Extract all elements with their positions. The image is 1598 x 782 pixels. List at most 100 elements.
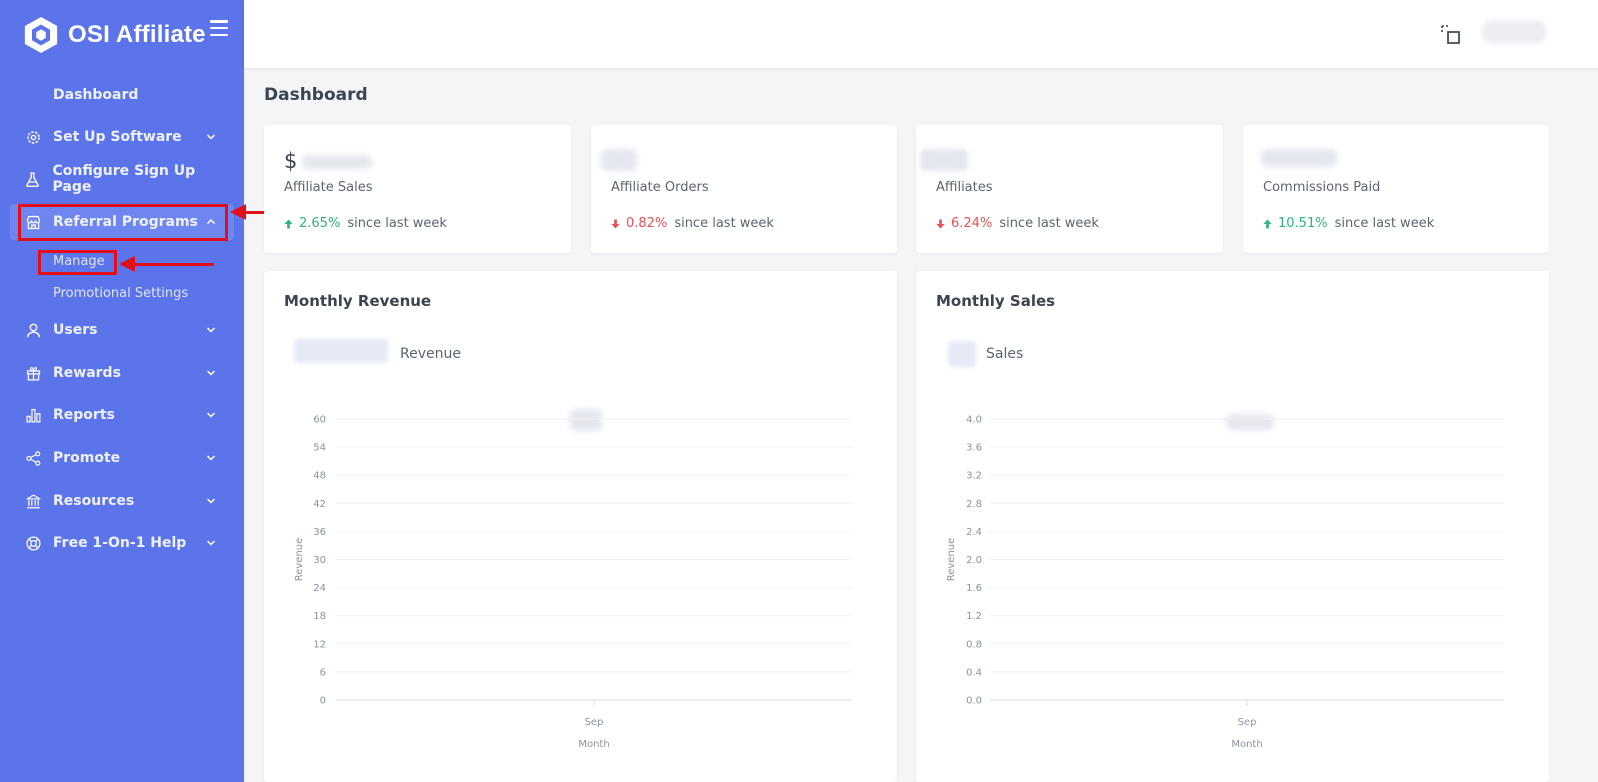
- y-tick-label: 30: [313, 555, 326, 566]
- y-tick-label: 60: [313, 415, 326, 426]
- stat-change: 6.24% since last week: [936, 216, 1099, 231]
- chevron-down-icon: [206, 498, 216, 504]
- sidebar-item-label: Configure Sign Up Page: [52, 163, 196, 195]
- bar-chart-icon: [24, 406, 42, 424]
- stat-label: Commissions Paid: [1263, 180, 1381, 195]
- chevron-down-icon: [206, 540, 216, 546]
- chart-card-monthly-revenue: Monthly Revenue Revenue 0 6 12 18 24 30 36 42 48…: [264, 271, 897, 782]
- stat-change-percent: 10.51%: [1278, 216, 1328, 231]
- stat-value: $: [284, 149, 298, 173]
- y-tick-label: 0.8: [966, 639, 982, 650]
- y-tick-label: 42: [313, 499, 326, 510]
- sidebar-item-configure-sign-up-page[interactable]: Configure Sign Up Page: [10, 161, 234, 197]
- stat-change-percent: 0.82%: [626, 216, 668, 231]
- sidebar-item-users[interactable]: Users: [10, 312, 234, 348]
- brand-name: OSI Affiliate: [68, 21, 206, 48]
- y-tick-label: 1.6: [966, 583, 982, 594]
- y-tick-label: 2.0: [966, 555, 982, 566]
- lifebuoy-icon: [24, 534, 42, 552]
- redacted-value: [1261, 149, 1337, 167]
- sidebar-item-label: Reports: [53, 407, 115, 423]
- sidebar: OSI Affiliate Dashboard Set Up Software …: [0, 0, 244, 782]
- sidebar-item-resources[interactable]: Resources: [10, 483, 234, 519]
- chevron-down-icon: [206, 412, 216, 418]
- chevron-down-icon: [206, 327, 216, 333]
- y-tick-label: 12: [313, 639, 326, 650]
- sidebar-item-dashboard[interactable]: Dashboard: [10, 77, 234, 113]
- y-tick-label: 2.8: [966, 499, 982, 510]
- y-tick-label: 54: [313, 443, 326, 454]
- stat-change-percent: 6.24%: [951, 216, 993, 231]
- y-tick-label: 18: [313, 611, 326, 622]
- share-icon: [24, 449, 42, 467]
- stat-label: Affiliates: [936, 180, 993, 195]
- sidebar-item-rewards[interactable]: Rewards: [10, 355, 234, 391]
- highlight-box-manage: [38, 250, 117, 275]
- stat-card-commissions-paid: Commissions Paid 10.51% since last week: [1243, 125, 1549, 253]
- user-icon: [24, 321, 42, 339]
- osi-logo-icon: [24, 16, 58, 54]
- sidebar-item-reports[interactable]: Reports: [10, 397, 234, 433]
- y-tick-label: 0: [320, 696, 326, 707]
- sidebar-item-free-help[interactable]: Free 1-On-1 Help: [10, 525, 234, 561]
- y-axis-title: Revenue: [946, 538, 957, 582]
- stat-card-affiliates: Affiliates 6.24% since last week: [916, 125, 1223, 253]
- chevron-down-icon: [206, 455, 216, 461]
- y-tick-label: 0.4: [966, 667, 982, 678]
- redacted-value: [302, 155, 372, 169]
- y-tick-label: 2.4: [966, 527, 982, 538]
- sidebar-item-label: Users: [53, 322, 98, 338]
- y-tick-label: 24: [313, 583, 326, 594]
- chevron-down-icon: [206, 370, 216, 376]
- redacted-value: [920, 149, 968, 171]
- x-tick-label: Sep: [585, 717, 604, 728]
- arrow-up-icon: [1263, 219, 1272, 228]
- brand[interactable]: OSI Affiliate: [22, 14, 206, 56]
- x-tick-label: Sep: [1238, 717, 1257, 728]
- sidebar-item-label: Free 1-On-1 Help: [53, 535, 187, 551]
- stat-change-percent: 2.65%: [299, 216, 341, 231]
- revenue-chart: 0 6 12 18 24 30 36 42 48 54 60 Sep Month Revenue: [294, 415, 852, 750]
- bank-icon: [24, 492, 42, 510]
- y-tick-label: 3.2: [966, 471, 982, 482]
- user-avatar[interactable]: [1482, 20, 1546, 44]
- y-tick-label: 1.2: [966, 611, 982, 622]
- x-axis-title: Month: [1231, 739, 1262, 750]
- arrow-up-icon: [284, 219, 293, 228]
- sales-chart: 0.0 0.4 0.8 1.2 1.6 2.0 2.4 2.8 3.2 3.6 4.0 Sep Mont…: [946, 415, 1504, 750]
- y-tick-label: 48: [313, 471, 326, 482]
- stat-change: 0.82% since last week: [611, 216, 774, 231]
- arrow-down-icon: [936, 219, 945, 228]
- stat-card-affiliate-orders: Affiliate Orders 0.82% since last week: [591, 125, 897, 253]
- hamburger-menu-icon[interactable]: [210, 20, 228, 36]
- highlight-box-referral-programs: [18, 204, 228, 241]
- chart-card-monthly-sales: Monthly Sales Sales 0.0 0.4 0.8 1.2 1.6 2.0 2.…: [916, 271, 1549, 782]
- stat-card-affiliate-sales: $ Affiliate Sales 2.65% since last week: [264, 125, 571, 253]
- sidebar-item-label: Dashboard: [53, 87, 139, 103]
- stat-change-suffix: since last week: [999, 216, 1099, 231]
- stat-change: 10.51% since last week: [1263, 216, 1434, 231]
- stat-change-suffix: since last week: [347, 216, 447, 231]
- stat-change: 2.65% since last week: [284, 216, 447, 231]
- sidebar-item-label: Rewards: [53, 365, 121, 381]
- x-axis-title: Month: [578, 739, 609, 750]
- sidebar-item-promote[interactable]: Promote: [10, 440, 234, 476]
- annotation-arrow-manage: [119, 256, 214, 272]
- sidebar-item-label: Resources: [53, 493, 135, 509]
- flask-icon: [24, 170, 42, 188]
- sidebar-subitem-promotional-settings[interactable]: Promotional Settings: [53, 286, 188, 301]
- fullscreen-icon[interactable]: [1440, 24, 1462, 46]
- topbar: [244, 0, 1598, 68]
- y-tick-label: 6: [320, 667, 326, 678]
- arrow-down-icon: [611, 219, 620, 228]
- stat-change-suffix: since last week: [674, 216, 774, 231]
- chevron-down-icon: [206, 134, 216, 140]
- page-title: Dashboard: [264, 85, 368, 105]
- y-tick-label: 36: [313, 527, 326, 538]
- redacted-value: [601, 149, 637, 171]
- y-tick-label: 4.0: [966, 415, 982, 426]
- stat-change-suffix: since last week: [1334, 216, 1435, 231]
- y-axis-title: Revenue: [294, 538, 305, 582]
- sidebar-item-set-up-software[interactable]: Set Up Software: [10, 119, 234, 155]
- gift-icon: [24, 364, 42, 382]
